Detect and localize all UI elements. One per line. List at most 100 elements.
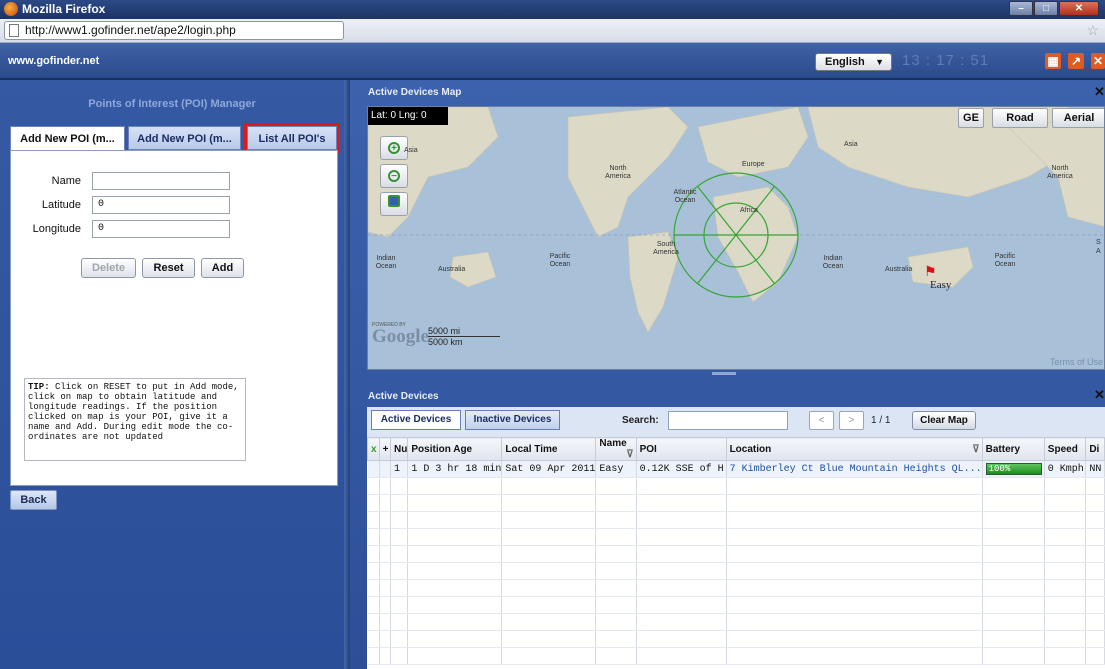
latitude-input[interactable]: 0 (92, 196, 230, 214)
tab-active-devices[interactable]: Active Devices (371, 410, 461, 430)
fullscreen-icon[interactable]: ↗ (1068, 53, 1084, 69)
tab-add-new-poi-2[interactable]: Add New POI (m... (128, 126, 241, 150)
label-indian-2: Indian Ocean (822, 255, 844, 270)
resize-grip[interactable] (712, 372, 736, 375)
col-position-age[interactable]: Position Age (407, 437, 503, 461)
close-icon[interactable]: ✕ (1059, 1, 1099, 16)
label-south-america: South America (653, 241, 679, 256)
clear-map-button[interactable]: Clear Map (912, 411, 976, 430)
bookmark-star-icon[interactable]: ☆ (1086, 22, 1099, 39)
col-plus[interactable]: + (378, 437, 392, 461)
col-battery[interactable]: Battery (981, 437, 1045, 461)
terms-link[interactable]: Terms of Use (1050, 357, 1103, 367)
reset-button[interactable]: Reset (142, 258, 195, 278)
close-map-icon[interactable]: ✕ (1094, 84, 1105, 100)
add-button[interactable]: Add (201, 258, 244, 278)
col-local-time[interactable]: Local Time (501, 437, 597, 461)
label-edge-s: S (1096, 239, 1101, 246)
tip-title: TIP: (28, 382, 50, 392)
label-edge-a: A (1096, 248, 1101, 255)
filter-icon[interactable]: ⊽ (626, 449, 635, 460)
col-poi[interactable]: POI (635, 437, 727, 461)
logout-icon[interactable]: ✕ (1091, 53, 1105, 69)
col-number[interactable]: Nu (390, 437, 409, 461)
col-speed[interactable]: Speed (1043, 437, 1087, 461)
address-bar[interactable]: http://www1.gofinder.net/ape2/login.php (4, 21, 344, 40)
label-australia-1: Australia (438, 266, 466, 273)
tip-box: TIP: Click on RESET to put in Add mode, … (24, 378, 246, 461)
table-row (367, 596, 1105, 614)
col-location[interactable]: Location ⊽ (725, 437, 983, 461)
prev-page-button[interactable]: < (809, 411, 834, 430)
cell-speed: 0 Kmph (1044, 460, 1087, 478)
longitude-input[interactable]: 0 (92, 220, 230, 238)
browser-titlebar: Mozilla Firefox – □ ✕ (0, 0, 1105, 19)
table-row (367, 647, 1105, 665)
cell-x (367, 460, 380, 478)
table-row (367, 528, 1105, 546)
page-icon (9, 24, 19, 37)
table-row[interactable]: 1 1 D 3 hr 18 min Sat 09 Apr 2011 Easy 0… (367, 460, 1105, 478)
col-x[interactable]: x (367, 437, 380, 461)
devices-table: x + Nu Position Age Local Time Name ⊽ POI… (367, 437, 1105, 665)
next-page-button[interactable]: > (839, 411, 864, 430)
chevron-down-icon: ▼ (875, 57, 884, 67)
table-row (367, 477, 1105, 495)
map-type-ge-button[interactable]: GE (958, 108, 984, 128)
name-input[interactable] (92, 172, 230, 190)
label-pacific-2: Pacific Ocean (994, 253, 1016, 268)
zoom-out-icon: − (388, 170, 400, 182)
firefox-logo-icon (4, 2, 18, 16)
cell-local-time: Sat 09 Apr 2011 (501, 460, 597, 478)
layout-icon[interactable]: ▦ (1045, 53, 1061, 69)
label-indian-1: Indian Ocean (375, 255, 397, 270)
right-panel: Active Devices Map ✕ Lat: 0 Lng: 0 + − G… (350, 80, 1105, 669)
label-north-america-1: North America (605, 165, 631, 180)
tab-add-new-poi-1[interactable]: Add New POI (m... (10, 126, 125, 150)
world-map[interactable]: Lat: 0 Lng: 0 + − GE Road Aerial Asia As… (367, 106, 1105, 370)
cell-position-age: 1 D 3 hr 18 min (407, 460, 503, 478)
table-row (367, 545, 1105, 563)
poi-manager-title: Points of Interest (POI) Manager (88, 98, 256, 110)
language-select[interactable]: English ▼ (815, 53, 892, 71)
zoom-out-button[interactable]: − (380, 164, 408, 188)
minimize-icon[interactable]: – (1009, 1, 1033, 16)
address-url: http://www1.gofinder.net/ape2/login.php (25, 23, 236, 37)
lock-button[interactable] (380, 192, 408, 216)
map-panel-title: Active Devices Map (368, 87, 462, 98)
cell-poi: 0.12K SSE of H (636, 460, 727, 478)
latitude-label: Latitude (41, 199, 81, 211)
label-africa: Africa (740, 207, 758, 214)
maximize-icon[interactable]: □ (1034, 1, 1058, 16)
cell-direction: NN (1085, 460, 1105, 478)
poi-form: Name Latitude 0 Longitude 0 Delete Reset… (10, 150, 338, 486)
col-name[interactable]: Name ⊽ (595, 437, 637, 461)
search-label: Search: (622, 415, 659, 426)
cell-name: Easy (595, 460, 637, 478)
devices-grid: x + Nu Position Age Local Time Name ⊽ POI… (367, 437, 1105, 669)
table-row (367, 613, 1105, 631)
label-atlantic: Atlantic Ocean (673, 189, 697, 204)
navigation-toolbar: http://www1.gofinder.net/ape2/login.php … (0, 19, 1105, 43)
label-australia-2: Australia (885, 266, 913, 273)
label-north-america-2: North America (1047, 165, 1073, 180)
highlight-box (244, 123, 340, 153)
name-label: Name (51, 175, 81, 187)
cell-location[interactable]: 7 Kimberley Ct Blue Mountain Heights QL.… (726, 460, 983, 478)
filter-icon[interactable]: ⊽ (972, 444, 981, 455)
col-direction[interactable]: Di (1085, 437, 1105, 461)
lat-lng-readout: Lat: 0 Lng: 0 (368, 107, 448, 125)
devices-panel-title: Active Devices (368, 391, 439, 402)
back-button[interactable]: Back (10, 490, 57, 510)
map-type-aerial-button[interactable]: Aerial (1052, 108, 1104, 128)
google-logo: Google (372, 326, 429, 347)
close-devices-icon[interactable]: ✕ (1094, 387, 1105, 403)
delete-button[interactable]: Delete (81, 258, 136, 278)
device-marker-icon[interactable]: ⚑ (924, 263, 937, 280)
table-row (367, 579, 1105, 597)
tab-inactive-devices[interactable]: Inactive Devices (465, 410, 560, 430)
app-header: www.gofinder.net English ▼ 13 : 17 : 51 … (0, 43, 1105, 80)
search-input[interactable] (668, 411, 788, 430)
map-type-road-button[interactable]: Road (992, 108, 1048, 128)
table-header: x + Nu Position Age Local Time Name ⊽ POI… (367, 437, 1105, 461)
